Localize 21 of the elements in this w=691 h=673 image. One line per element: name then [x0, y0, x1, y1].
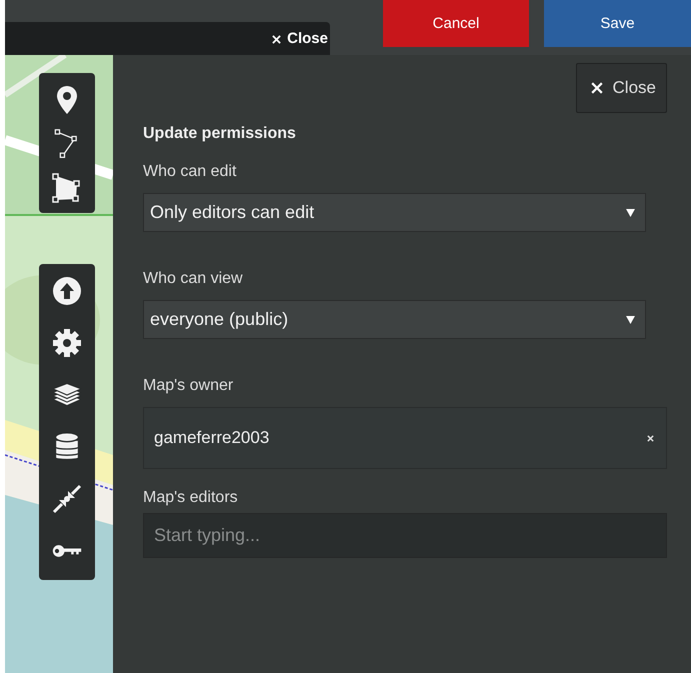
- dropdown[interactable]: everyone (public): [143, 300, 646, 339]
- close-button[interactable]: Close: [576, 63, 667, 113]
- close-icon: [272, 34, 282, 44]
- close-icon: [590, 82, 603, 94]
- panel-title: Update permissions: [143, 125, 297, 143]
- field-label: Map's editors: [143, 489, 239, 507]
- polygon-icon[interactable]: [52, 173, 82, 203]
- field-label: Who can edit: [143, 163, 238, 181]
- field-label: Who can view: [143, 270, 244, 288]
- input-field[interactable]: Start typing...: [143, 513, 667, 558]
- close-link[interactable]: Close: [270, 30, 330, 48]
- caret-icon: [626, 316, 635, 324]
- save-button[interactable]: Save: [544, 0, 691, 47]
- field-label: Map's owner: [143, 377, 234, 395]
- settings-icon[interactable]: [52, 328, 82, 358]
- cancel-button[interactable]: Cancel: [383, 0, 529, 47]
- dropdown[interactable]: Only editors can edit: [143, 193, 646, 232]
- caret-icon: [626, 208, 635, 216]
- upload-icon[interactable]: [52, 276, 82, 306]
- remove-icon[interactable]: [647, 434, 654, 442]
- owner-field[interactable]: gameferre2003: [143, 407, 667, 469]
